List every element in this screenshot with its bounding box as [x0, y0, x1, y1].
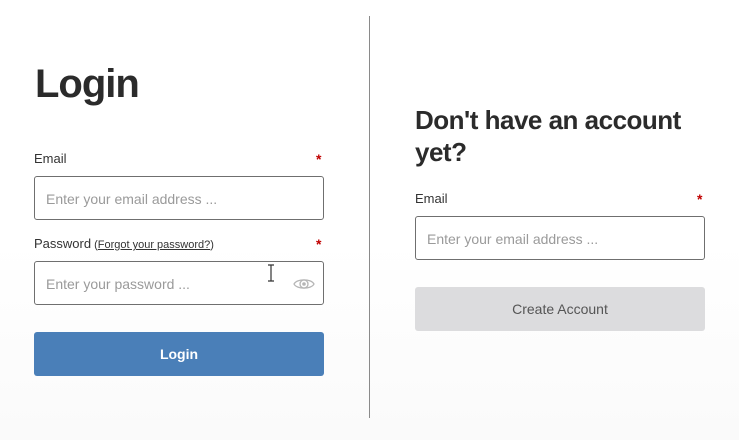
forgot-close-paren: ) [210, 239, 214, 251]
signup-email-field[interactable] [415, 216, 705, 260]
signup-email-label: Email [415, 191, 448, 206]
login-email-field[interactable] [34, 176, 324, 220]
password-label-row: Password (Forgot your password?) [34, 236, 214, 253]
forgot-password-link[interactable]: Forgot your password? [98, 239, 211, 251]
login-button[interactable]: Login [34, 332, 324, 376]
create-account-button[interactable]: Create Account [415, 287, 705, 331]
text-cursor-icon [266, 264, 276, 282]
password-input[interactable] [46, 274, 281, 294]
login-email-input[interactable] [46, 189, 281, 209]
password-label: Password [34, 236, 92, 251]
password-required-mark: * [316, 236, 322, 252]
login-email-required-mark: * [316, 151, 322, 167]
login-title: Login [35, 62, 140, 106]
signup-email-required-mark: * [697, 191, 703, 207]
panel-divider [369, 16, 370, 418]
signup-title: Don't have an account yet? [415, 105, 681, 167]
eye-icon[interactable] [293, 275, 315, 293]
signup-email-input[interactable] [427, 229, 662, 249]
login-email-label: Email [34, 151, 67, 166]
forgot-password-wrap: (Forgot your password?) [94, 239, 214, 251]
password-field[interactable] [34, 261, 324, 305]
